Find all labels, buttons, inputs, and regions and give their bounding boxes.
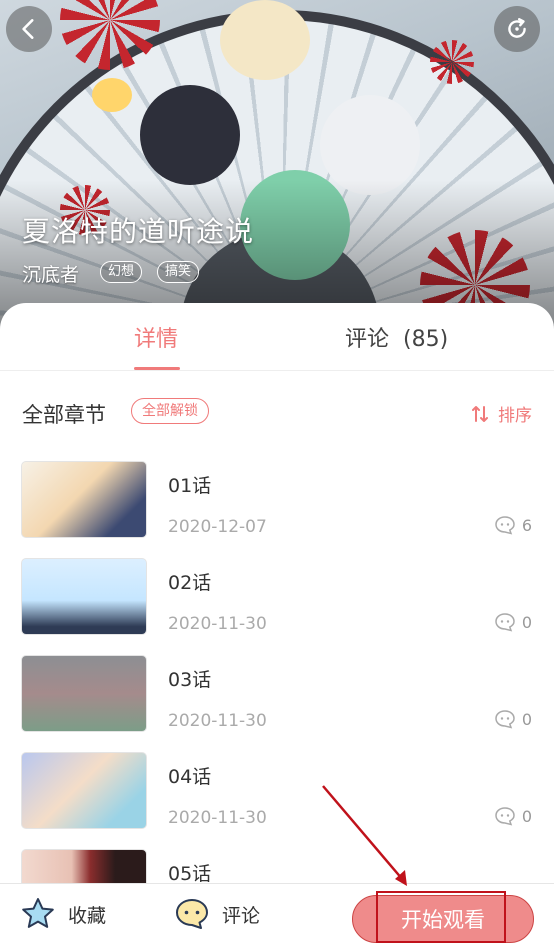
active-tab-indicator (134, 367, 180, 370)
cover-character (220, 0, 310, 80)
chapter-name: 01话 (168, 475, 212, 497)
chapter-thumbnail (21, 752, 147, 829)
chapter-comment-count: 0 (494, 806, 532, 826)
cover-banner: 夏洛特的道听途说 沉底者 幻想 搞笑 (0, 0, 554, 330)
chapter-item[interactable]: 03话 2020-11-30 0 (0, 655, 554, 735)
chapter-date: 2020-12-07 (168, 517, 267, 537)
genre-tag[interactable]: 搞笑 (157, 261, 200, 283)
back-button[interactable] (6, 6, 52, 52)
favorite-button[interactable]: 收藏 (20, 892, 106, 936)
chapter-list-header: 全部章节 全部解锁 排序 (0, 393, 554, 433)
favorite-label: 收藏 (68, 904, 107, 927)
cover-art-flower (430, 40, 474, 84)
all-chapters-heading: 全部章节 (22, 403, 106, 427)
comment-bubble-icon (495, 710, 515, 729)
comment-bubble-icon (495, 613, 515, 632)
chapter-thumbnail (21, 461, 147, 538)
chapter-thumbnail (21, 558, 147, 635)
comment-label: 评论 (222, 904, 261, 927)
chapter-item[interactable]: 01话 2020-12-07 6 (0, 461, 554, 541)
chapter-item[interactable]: 04话 2020-11-30 0 (0, 752, 554, 832)
comic-title: 夏洛特的道听途说 (22, 215, 255, 248)
tab-bar: 详情 评论 (85) (0, 303, 554, 371)
refresh-icon (508, 18, 526, 38)
chapter-date: 2020-11-30 (168, 808, 267, 828)
chevron-left-icon (22, 19, 34, 39)
chapter-item[interactable]: 02话 2020-11-30 0 (0, 558, 554, 638)
chapter-comment-count: 6 (494, 515, 532, 535)
chapter-name: 02话 (168, 572, 212, 594)
tab-comments-count: (85) (403, 327, 449, 352)
star-icon (22, 898, 54, 928)
refresh-button[interactable] (494, 6, 540, 52)
comment-count: 0 (521, 709, 532, 729)
comic-author[interactable]: 沉底者 (22, 260, 79, 287)
unlock-all-button[interactable]: 全部解锁 (131, 398, 209, 424)
bottom-action-bar: 收藏 评论 开始观看 (0, 883, 554, 943)
chapter-name: 04话 (168, 766, 212, 788)
chapter-comment-count: 0 (494, 709, 532, 729)
comment-count: 0 (521, 612, 532, 632)
chapter-name: 03话 (168, 669, 212, 691)
sort-icon (472, 405, 488, 422)
comment-button[interactable]: 评论 (174, 892, 260, 936)
sort-label: 排序 (498, 406, 532, 426)
tab-detail[interactable]: 详情 (134, 321, 178, 353)
comment-bubble-icon (495, 516, 515, 535)
cover-character (92, 78, 132, 112)
chapter-comment-count: 0 (494, 612, 532, 632)
genre-tag[interactable]: 幻想 (100, 261, 143, 283)
tab-comments[interactable]: 评论 (85) (345, 321, 448, 353)
chapter-name: 05话 (168, 863, 212, 885)
cover-character (140, 85, 240, 185)
comment-count: 0 (521, 806, 532, 826)
comment-bubble-icon (176, 899, 208, 929)
chapter-date: 2020-11-30 (168, 614, 267, 634)
chapter-date: 2020-11-30 (168, 711, 267, 731)
comment-bubble-icon (495, 807, 515, 826)
detail-sheet: 详情 评论 (85) 全部章节 全部解锁 排序 01话 2020-12-07 6 … (0, 303, 554, 943)
chapter-thumbnail (21, 655, 147, 732)
tab-comments-label: 评论 (345, 327, 390, 352)
comment-count: 6 (521, 515, 532, 535)
start-reading-button[interactable]: 开始观看 (352, 895, 534, 943)
sort-button[interactable]: 排序 (472, 401, 532, 426)
